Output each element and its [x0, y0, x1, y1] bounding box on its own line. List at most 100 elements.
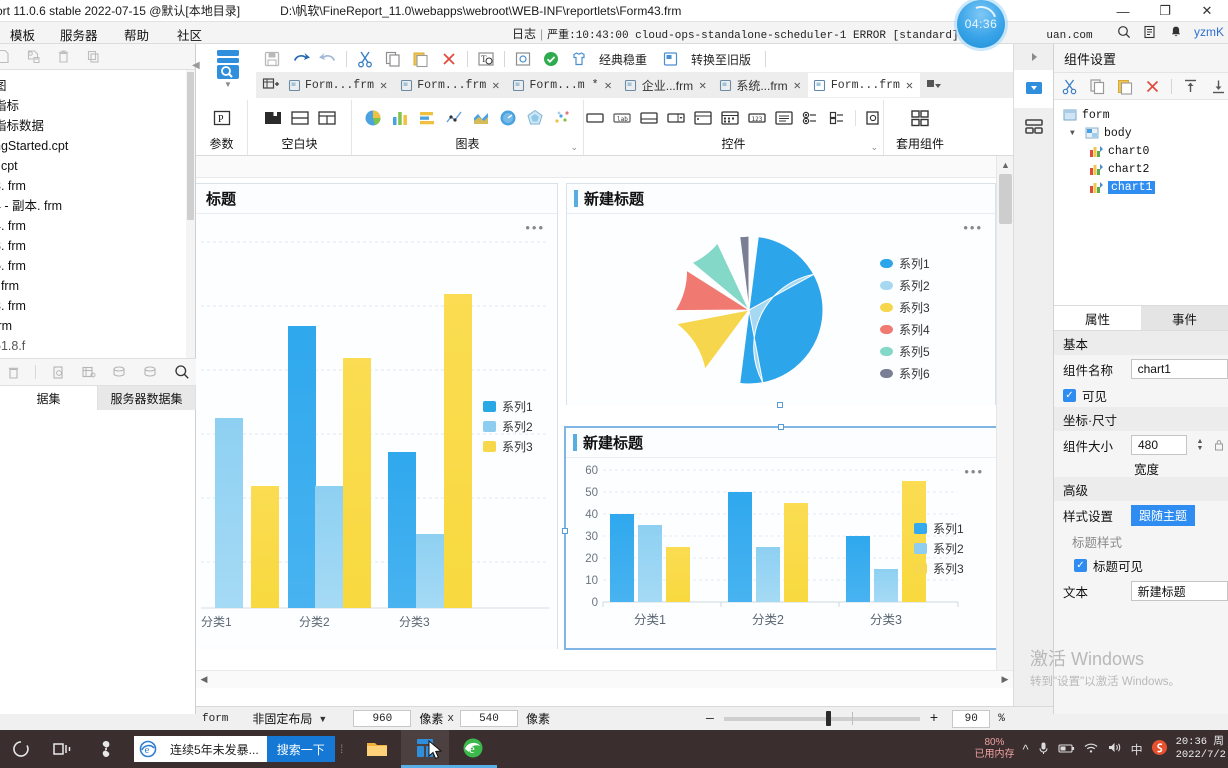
legend-item[interactable]: 系列2	[483, 416, 533, 436]
scroll-right-arrow-icon[interactable]: ▶	[997, 671, 1013, 689]
checkbox-icon[interactable]	[828, 110, 848, 126]
move-down-icon[interactable]	[1209, 77, 1228, 96]
minimize-button[interactable]: —	[1102, 0, 1144, 22]
tab-events[interactable]: 事件	[1141, 306, 1228, 330]
widget-more-icon[interactable]: •••	[963, 220, 983, 235]
close-tab-icon[interactable]: ✕	[792, 78, 803, 93]
menu-item-help[interactable]: 帮助	[124, 25, 149, 44]
settings-file-icon[interactable]	[24, 48, 42, 66]
gauge-chart-icon[interactable]	[498, 108, 518, 128]
search-icon[interactable]	[173, 363, 191, 381]
tree-item[interactable]: . cpt	[0, 156, 195, 176]
widget-title-bar[interactable]: 新建标题	[566, 428, 996, 458]
delete-icon[interactable]	[1143, 77, 1162, 96]
maximize-button[interactable]: ❐	[1144, 0, 1186, 22]
radio-icon[interactable]	[801, 110, 821, 126]
task-view-icon[interactable]	[42, 730, 84, 768]
save-icon[interactable]	[262, 49, 282, 69]
canvas-vertical-scrollbar[interactable]: ▲ ▼	[996, 156, 1013, 688]
new-file-icon[interactable]	[0, 48, 12, 66]
resize-handle[interactable]	[777, 402, 783, 408]
delete-icon[interactable]	[439, 49, 459, 69]
chevron-down-icon[interactable]: ▼	[318, 714, 327, 724]
widget-title-bar[interactable]: 标题	[196, 184, 557, 214]
cortana-icon[interactable]	[84, 730, 128, 768]
pie-chart-icon[interactable]	[363, 108, 383, 128]
calendar-icon[interactable]	[720, 110, 740, 126]
format-brush-icon[interactable]: T	[476, 49, 496, 69]
zoom-slider[interactable]	[724, 717, 920, 721]
paste-icon[interactable]	[411, 49, 431, 69]
lock-icon[interactable]	[1213, 439, 1225, 451]
chevron-down-icon[interactable]: ▼	[1070, 129, 1079, 138]
tree-node-form[interactable]: form	[1060, 106, 1228, 124]
redo-icon[interactable]	[318, 49, 338, 69]
tree-item[interactable]: 图	[0, 76, 195, 96]
search-text[interactable]: 连续5年未发暴...	[162, 741, 267, 758]
check-icon[interactable]	[541, 49, 561, 69]
canvas-horizontal-scrollbar[interactable]: ◀ ▶	[196, 670, 1013, 688]
copy-icon[interactable]	[84, 48, 102, 66]
widget-chart2[interactable]: 新建标题 •••	[566, 183, 996, 405]
screen-recorder-timer[interactable]: 04:36	[957, 0, 1005, 48]
block-icon[interactable]	[263, 109, 283, 127]
document-tab[interactable]: Form...m * ✕	[507, 73, 619, 97]
document-tab[interactable]: 企业...frm ✕	[619, 73, 714, 97]
edit-dataset-icon[interactable]	[80, 363, 98, 381]
legend-item[interactable]: 系列1	[914, 518, 964, 538]
tab-server-dataset[interactable]: 服务器数据集	[98, 386, 196, 410]
document-icon[interactable]	[1142, 24, 1158, 40]
document-tab-active[interactable]: Form...frm ✕	[808, 73, 920, 97]
theme-icon[interactable]	[569, 49, 589, 69]
tree-item[interactable]: 3. frm	[0, 176, 195, 196]
widget-more-icon[interactable]: •••	[525, 220, 545, 235]
tab-overflow-icon[interactable]	[922, 78, 944, 92]
chevron-down-icon[interactable]: ⌄	[570, 142, 578, 153]
layout-mode-label[interactable]: 非固定布局	[252, 710, 312, 727]
tab-dataset[interactable]: 据集	[0, 386, 98, 410]
close-tab-icon[interactable]: ✕	[378, 78, 389, 93]
convert-icon[interactable]	[661, 49, 681, 69]
preview-icon[interactable]	[49, 363, 67, 381]
tray-expand-chevron-icon[interactable]: ^	[1022, 742, 1028, 757]
widget-title-bar[interactable]: 新建标题	[567, 184, 995, 214]
search-button[interactable]: 搜索一下	[267, 736, 335, 762]
widget-chart0[interactable]: 标题 •••	[196, 183, 558, 649]
legend-item[interactable]: 系列6	[880, 362, 930, 384]
canvas-height-input[interactable]: 540	[460, 710, 518, 727]
app-logo[interactable]: ▼	[208, 48, 248, 96]
memory-usage-indicator[interactable]: 80% 已用内存	[974, 737, 1014, 761]
visible-checkbox[interactable]: ✓	[1063, 389, 1076, 402]
start-icon[interactable]	[0, 730, 42, 768]
bar-chart-icon[interactable]	[417, 108, 437, 128]
document-tab[interactable]: Form...frm ✕	[282, 73, 394, 97]
design-canvas[interactable]: 标题 •••	[196, 156, 1013, 714]
tree-node-chart2[interactable]: chart2	[1060, 160, 1228, 178]
legend-item[interactable]: 系列3	[483, 436, 533, 456]
scroll-up-arrow-icon[interactable]: ▲	[997, 156, 1013, 173]
tree-node-chart1[interactable]: chart1	[1060, 178, 1228, 196]
component-size-input[interactable]: 480	[1131, 435, 1187, 455]
legend-item[interactable]: 系列3	[880, 296, 930, 318]
reuse-icon[interactable]	[909, 108, 931, 128]
component-library-icon[interactable]	[1014, 108, 1054, 146]
number-icon[interactable]: 123	[747, 110, 767, 126]
close-tab-icon[interactable]: ✕	[490, 78, 501, 93]
widget-more-icon[interactable]: •••	[964, 464, 984, 479]
widget-settings-icon[interactable]	[1014, 70, 1054, 108]
db-remove-icon[interactable]	[142, 363, 160, 381]
wifi-icon[interactable]	[1083, 741, 1099, 757]
widget-chart1[interactable]: 新建标题 ••• 60 50 40 30 20 10 0	[564, 426, 998, 650]
tree-item[interactable]: 8. frm	[0, 236, 195, 256]
tab-properties[interactable]: 属性	[1054, 306, 1141, 330]
copy-icon[interactable]	[1088, 77, 1107, 96]
db-add-icon[interactable]	[111, 363, 129, 381]
chevron-down-icon[interactable]: ▼	[224, 80, 232, 89]
undo-icon[interactable]	[290, 49, 310, 69]
textbox-icon[interactable]	[585, 110, 605, 126]
size-stepper[interactable]: ▲▼	[1193, 438, 1207, 452]
sogou-icon[interactable]	[1151, 739, 1168, 759]
menu-item-template[interactable]: 模板	[10, 25, 35, 44]
left-panel-vertical-scrollbar[interactable]	[186, 70, 195, 376]
tree-item[interactable]: frm	[0, 316, 195, 336]
